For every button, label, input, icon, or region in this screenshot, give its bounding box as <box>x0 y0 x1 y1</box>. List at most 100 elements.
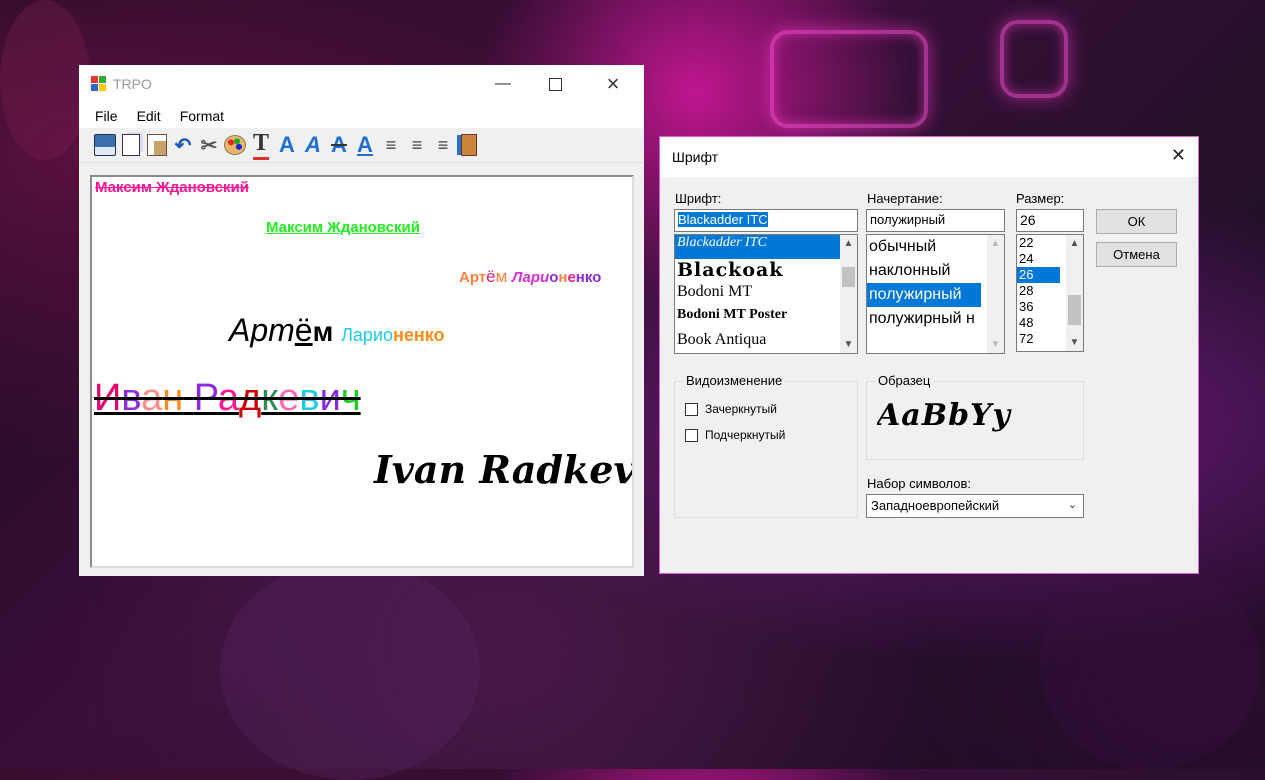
scroll-thumb[interactable] <box>1068 295 1081 325</box>
scroll-up-icon[interactable]: ▲ <box>840 235 857 252</box>
underline-icon[interactable]: A <box>352 131 378 159</box>
text-letter: в <box>299 377 320 419</box>
size-list-scrollbar[interactable]: ▲ ▼ <box>1066 235 1083 351</box>
text-fragment: Арт <box>229 312 295 348</box>
menu-edit[interactable]: Edit <box>128 108 171 124</box>
cancel-button[interactable]: Отмена <box>1096 242 1177 267</box>
text-fragment: м <box>495 267 513 286</box>
text-letter: н <box>162 377 184 419</box>
style-list-item[interactable]: наклонный <box>867 259 1004 283</box>
text-letter: и <box>319 377 341 419</box>
font-style-input[interactable]: полужирный <box>866 209 1005 232</box>
maximize-icon <box>548 77 562 91</box>
font-name-value: Blackadder ITC <box>678 212 768 227</box>
undo-icon[interactable]: ↶ <box>170 131 196 159</box>
paste-icon[interactable] <box>144 131 170 159</box>
text-letter: а <box>217 377 240 419</box>
dialog-title: Шрифт <box>672 149 719 165</box>
exit-icon[interactable] <box>456 131 482 159</box>
text-letter: е <box>278 377 300 419</box>
text-letter: И <box>94 377 122 419</box>
font-list[interactable]: Blackadder ITC Blackoak Bodoni MT Bodoni… <box>674 234 858 354</box>
scroll-up-icon[interactable]: ▲ <box>1066 235 1083 252</box>
font-list-scrollbar[interactable]: ▲ ▼ <box>840 235 857 353</box>
style-label: Начертание: <box>867 191 943 206</box>
text-letter <box>183 377 194 419</box>
bold-icon[interactable]: A <box>274 131 300 159</box>
charset-value: Западноевропейский <box>871 498 1000 513</box>
font-size-input[interactable]: 26 <box>1016 209 1084 232</box>
font-list-item[interactable]: Book Antiqua <box>675 331 857 353</box>
menu-file[interactable]: File <box>86 108 128 124</box>
copy-icon[interactable] <box>118 131 144 159</box>
strikethrough-icon[interactable]: A <box>326 131 352 159</box>
color-palette-icon[interactable] <box>222 131 248 159</box>
text-fragment: е <box>567 269 576 286</box>
style-list-scrollbar[interactable]: ▲ ▼ <box>987 235 1004 353</box>
effects-group: Видоизменение Зачеркнутый Подчеркнутый <box>674 373 858 518</box>
style-list-item[interactable]: полужирный <box>867 283 981 307</box>
font-style-list[interactable]: обычный наклонный полужирный полужирный … <box>866 234 1005 354</box>
text-fragment: ненко <box>393 325 445 345</box>
font-list-item[interactable]: Blackadder ITC <box>675 235 857 259</box>
font-list-item[interactable]: Bodoni MT <box>675 283 857 307</box>
font-list-item[interactable]: Blackoak <box>675 259 857 283</box>
italic-icon[interactable]: A <box>300 131 326 159</box>
menu-bar: File Edit Format <box>79 103 644 128</box>
text-fragment: ё <box>486 267 496 286</box>
minimize-button[interactable]: — <box>480 65 526 103</box>
close-button[interactable]: × <box>590 65 636 103</box>
style-list-item[interactable]: полужирный н <box>867 307 1004 331</box>
text-line-4: Артём Ларионенко <box>229 312 445 349</box>
text-fragment: ё <box>294 312 313 348</box>
scroll-down-icon[interactable]: ▼ <box>1066 334 1083 351</box>
text-fragment: Ларио <box>341 325 393 345</box>
maximize-button[interactable] <box>532 65 578 103</box>
underline-checkbox[interactable] <box>685 429 698 442</box>
scroll-up-icon[interactable]: ▲ <box>987 235 1004 252</box>
strikethrough-label: Зачеркнутый <box>705 402 777 416</box>
font-list-item[interactable]: Bodoni MT Poster <box>675 307 857 331</box>
font-size-list[interactable]: 22 24 26 28 36 48 72 ▲ ▼ <box>1016 234 1084 352</box>
rich-text-editor[interactable]: Максим Ждановский Максим Ждановский Артё… <box>90 175 634 568</box>
save-icon[interactable] <box>92 131 118 159</box>
trpo-window: TRPO — × File Edit Format ↶ ✂ T A A A A … <box>79 65 644 576</box>
underline-label: Подчеркнутый <box>705 428 786 442</box>
chevron-down-icon: ⌄ <box>1067 499 1077 511</box>
close-icon[interactable]: ✕ <box>1171 145 1186 166</box>
sample-group: Образец AaBbYy <box>866 373 1084 460</box>
align-right-icon[interactable]: ≡ <box>430 131 456 159</box>
text-line-6: Ivan Radkevich <box>374 447 634 492</box>
align-left-icon[interactable]: ≡ <box>378 131 404 159</box>
title-bar[interactable]: TRPO — × <box>79 65 644 103</box>
window-title: TRPO <box>113 76 152 92</box>
text-line-2: Максим Ждановский <box>266 219 420 236</box>
text-letter: а <box>141 377 163 419</box>
sample-label: Образец <box>875 373 934 388</box>
font-dialog: Шрифт ✕ Шрифт: Blackadder ITC Blackadder… <box>659 136 1199 574</box>
text-letter: д <box>239 377 262 419</box>
text-fragment: м <box>312 316 342 347</box>
size-list-item[interactable]: 26 <box>1017 267 1060 283</box>
effects-label: Видоизменение <box>683 373 786 388</box>
toolbar: ↶ ✂ T A A A A ≡ ≡ ≡ <box>79 128 644 163</box>
style-list-item[interactable]: обычный <box>867 235 1004 259</box>
scroll-down-icon[interactable]: ▼ <box>840 336 857 353</box>
strikethrough-checkbox[interactable] <box>685 403 698 416</box>
cut-icon[interactable]: ✂ <box>196 131 222 159</box>
text-line-1: Максим Ждановский <box>95 179 249 196</box>
charset-select[interactable]: Западноевропейский ⌄ <box>866 494 1084 518</box>
scroll-down-icon[interactable]: ▼ <box>987 336 1004 353</box>
text-color-icon[interactable]: T <box>248 130 274 160</box>
scroll-thumb[interactable] <box>842 267 855 287</box>
text-letter: в <box>121 377 142 419</box>
ok-button[interactable]: ОК <box>1096 209 1177 234</box>
dialog-title-bar[interactable]: Шрифт ✕ <box>660 137 1198 177</box>
font-name-input[interactable]: Blackadder ITC <box>674 209 858 232</box>
align-center-icon[interactable]: ≡ <box>404 131 430 159</box>
font-label: Шрифт: <box>675 191 722 206</box>
minimize-icon: — <box>495 75 511 92</box>
app-icon <box>91 76 107 92</box>
menu-format[interactable]: Format <box>171 108 234 124</box>
size-label: Размер: <box>1016 191 1065 206</box>
